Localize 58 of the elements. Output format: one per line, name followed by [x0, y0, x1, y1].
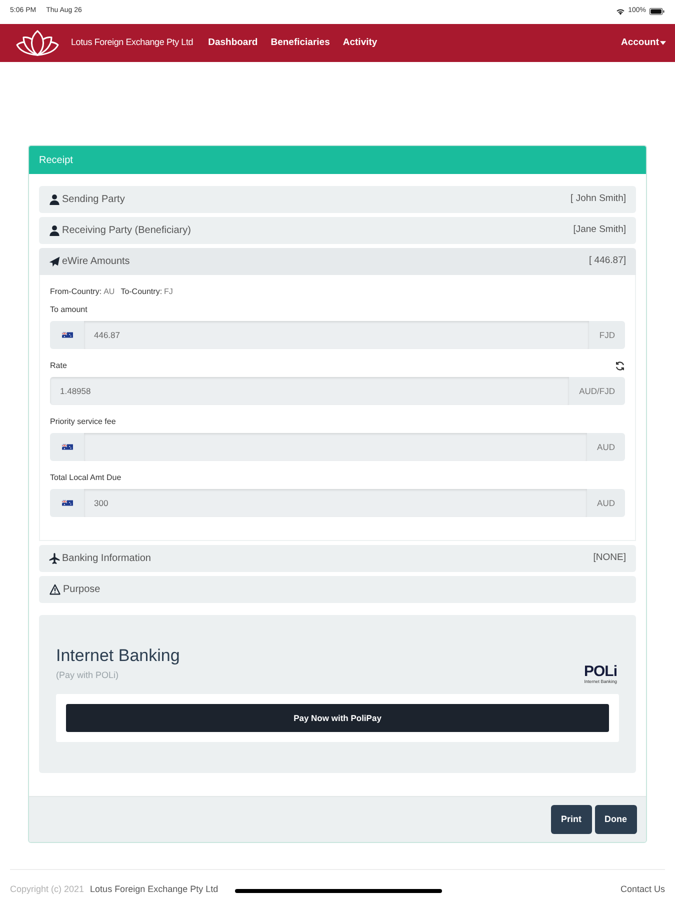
field-label: To amount [50, 304, 88, 316]
currency-addon: AUD/FJD [569, 377, 625, 405]
brand-name[interactable]: Lotus Foreign Exchange Pty Ltd [71, 36, 194, 50]
currency-addon: AUD [587, 489, 625, 517]
card-header: Receipt [29, 146, 646, 174]
section-value: [Jane Smith] [573, 223, 626, 238]
pay-now-button[interactable]: Pay Now with PoliPay [66, 704, 609, 732]
payment-subtitle: (Pay with POLi) [56, 669, 120, 681]
section-value: [ John Smith] [570, 192, 626, 206]
accordion-header[interactable]: Banking Information [NONE] [39, 545, 636, 572]
payment-title: Internet Banking [56, 645, 180, 666]
battery-icon [649, 8, 665, 15]
section-title: eWire Amounts [62, 255, 130, 269]
currency-addon: FJD [589, 321, 625, 349]
airplane-icon [49, 553, 60, 564]
accordion-header[interactable]: Purpose [39, 576, 636, 603]
warning-icon [49, 584, 61, 595]
accordion-header[interactable]: eWire Amounts [ 446.87] [39, 248, 636, 275]
country-value: AU [104, 286, 115, 298]
accordion-header[interactable]: Sending Party [ John Smith] [39, 186, 636, 213]
caret-icon [660, 41, 666, 45]
country-label: From-Country: [50, 286, 102, 298]
user-icon [49, 194, 60, 205]
country-label: To-Country: [120, 286, 162, 298]
country-value: FJ [164, 286, 173, 298]
lotus-logo-icon[interactable] [15, 28, 60, 58]
refresh-icon[interactable] [615, 361, 625, 371]
flag-icon [62, 444, 72, 450]
nav-link[interactable]: Activity [342, 36, 378, 50]
nav-link[interactable]: Dashboard [208, 36, 258, 50]
section-value: [ 446.87] [589, 254, 626, 268]
input-field[interactable]: 446.87 [84, 321, 590, 349]
wifi-icon [616, 8, 626, 15]
copyright-text: Copyright (c) 2021 [10, 883, 84, 895]
logo-text: POLi [584, 664, 617, 679]
input-field[interactable]: 1.48958 [50, 377, 570, 405]
accordion-header[interactable]: Receiving Party (Beneficiary) [Jane Smith] [39, 217, 636, 244]
input-field[interactable]: 300 [84, 489, 588, 517]
section-title: Banking Information [62, 552, 151, 566]
footer-button[interactable]: Print [550, 805, 592, 834]
footer-button[interactable]: Done [594, 805, 637, 834]
currency-addon: AUD [587, 433, 625, 461]
send-icon [49, 256, 60, 267]
flag-icon [62, 332, 72, 338]
field-label: Priority service fee [50, 416, 116, 428]
nav-link[interactable]: Beneficiaries [270, 36, 330, 50]
section-title: Sending Party [62, 193, 125, 207]
field-label: Rate [50, 360, 67, 372]
flag-icon [62, 500, 72, 506]
contact-link[interactable]: Contact Us [620, 883, 665, 895]
field-label: Total Local Amt Due [50, 472, 122, 484]
section-value: [NONE] [593, 551, 626, 566]
input-field[interactable] [84, 433, 588, 461]
section-title: Purpose [63, 583, 100, 597]
account-menu[interactable]: Account [621, 36, 666, 50]
section-title: Receiving Party (Beneficiary) [62, 224, 191, 238]
company-name: Lotus Foreign Exchange Pty Ltd [90, 883, 218, 895]
user-icon [49, 225, 60, 236]
